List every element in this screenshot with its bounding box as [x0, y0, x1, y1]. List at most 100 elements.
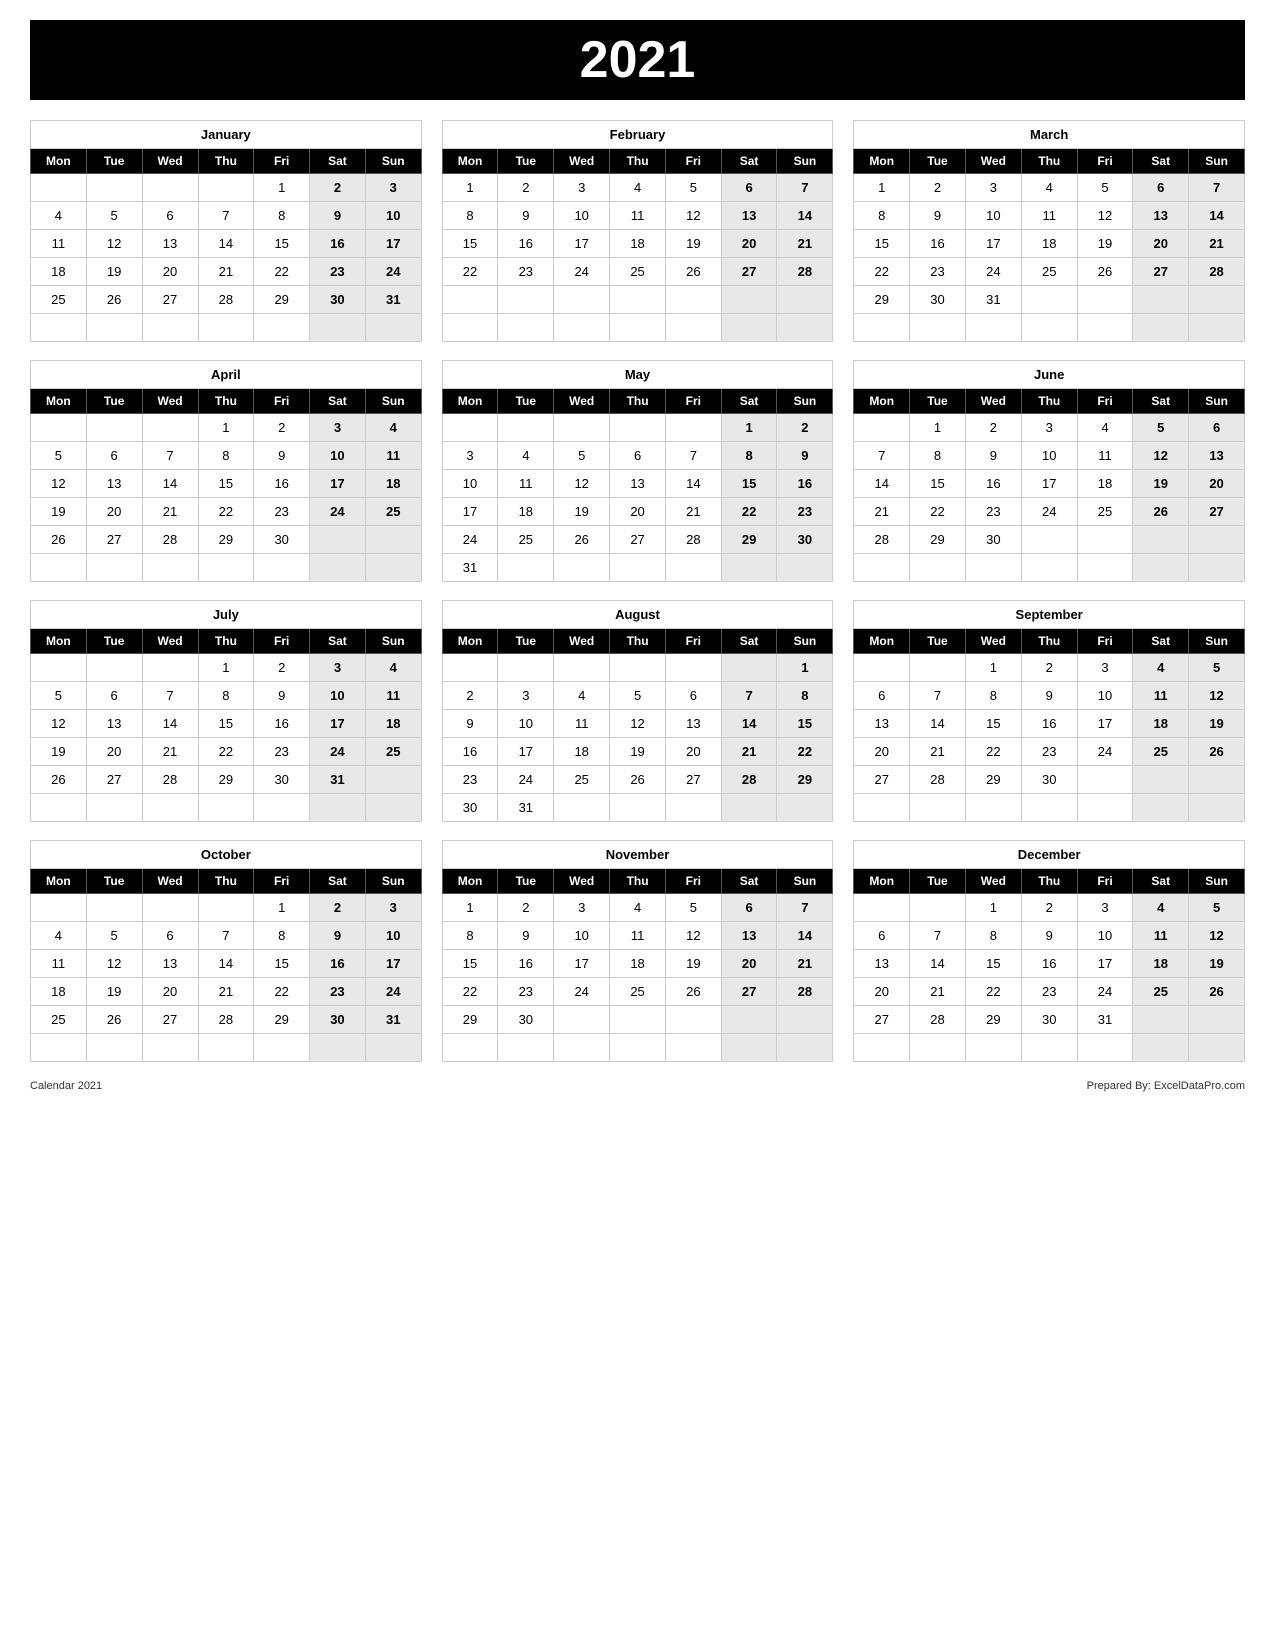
day-cell: 28 — [198, 286, 254, 314]
day-header-sun: Sun — [365, 629, 421, 654]
month-table-july: JulyMonTueWedThuFriSatSun123456789101112… — [30, 600, 422, 822]
week-row: 22232425262728 — [442, 258, 833, 286]
day-header-sat: Sat — [721, 149, 777, 174]
day-cell — [1133, 766, 1189, 794]
day-cell: 24 — [1077, 978, 1133, 1006]
day-cell: 22 — [910, 498, 966, 526]
week-row: 23242526272829 — [442, 766, 833, 794]
day-cell: 1 — [965, 894, 1021, 922]
day-cell — [310, 1034, 366, 1062]
day-cell: 19 — [86, 258, 142, 286]
day-cell — [1077, 766, 1133, 794]
day-cell: 7 — [777, 174, 833, 202]
day-cell: 2 — [498, 174, 554, 202]
day-header-thu: Thu — [610, 869, 666, 894]
day-cell — [910, 654, 966, 682]
day-cell: 14 — [910, 950, 966, 978]
day-cell: 1 — [254, 894, 310, 922]
week-row: 22232425262728 — [854, 258, 1245, 286]
day-cell — [86, 654, 142, 682]
day-cell: 11 — [31, 950, 87, 978]
week-row: 891011121314 — [442, 922, 833, 950]
day-cell — [665, 554, 721, 582]
day-cell: 16 — [310, 950, 366, 978]
day-cell: 18 — [554, 738, 610, 766]
footer-right: Prepared By: ExcelDataPro.com — [1087, 1080, 1245, 1092]
day-cell: 12 — [665, 202, 721, 230]
day-cell: 14 — [142, 710, 198, 738]
day-cell: 20 — [854, 738, 910, 766]
day-cell — [31, 1034, 87, 1062]
day-cell: 15 — [854, 230, 910, 258]
day-cell: 20 — [854, 978, 910, 1006]
day-cell: 10 — [310, 442, 366, 470]
day-cell: 15 — [442, 230, 498, 258]
day-cell: 25 — [498, 526, 554, 554]
day-header-sun: Sun — [777, 629, 833, 654]
week-row: 12 — [442, 414, 833, 442]
day-cell: 5 — [1189, 894, 1245, 922]
day-cell: 6 — [86, 442, 142, 470]
week-row: 2930 — [442, 1006, 833, 1034]
day-header-tue: Tue — [498, 149, 554, 174]
day-cell: 28 — [910, 1006, 966, 1034]
year-header: 2021 — [30, 20, 1245, 100]
day-cell: 1 — [254, 174, 310, 202]
month-title-july: July — [31, 601, 422, 629]
day-cell: 28 — [198, 1006, 254, 1034]
week-row: 15161718192021 — [854, 230, 1245, 258]
day-cell: 2 — [965, 414, 1021, 442]
day-cell — [777, 1034, 833, 1062]
day-cell — [554, 314, 610, 342]
day-cell — [1133, 794, 1189, 822]
day-cell: 2 — [254, 414, 310, 442]
day-header-tue: Tue — [86, 629, 142, 654]
week-row: 19202122232425 — [31, 498, 422, 526]
day-cell: 5 — [1077, 174, 1133, 202]
day-cell: 13 — [86, 470, 142, 498]
day-cell: 12 — [86, 950, 142, 978]
day-cell: 30 — [777, 526, 833, 554]
day-cell: 17 — [554, 950, 610, 978]
day-cell: 30 — [1021, 1006, 1077, 1034]
day-cell: 22 — [965, 738, 1021, 766]
day-cell — [1021, 526, 1077, 554]
day-cell: 20 — [610, 498, 666, 526]
month-title-september: September — [854, 601, 1245, 629]
day-header-mon: Mon — [31, 389, 87, 414]
week-row — [442, 1034, 833, 1062]
day-header-wed: Wed — [965, 869, 1021, 894]
day-cell — [721, 286, 777, 314]
day-cell: 31 — [365, 286, 421, 314]
day-cell: 14 — [142, 470, 198, 498]
month-table-march: MarchMonTueWedThuFriSatSun12345678910111… — [853, 120, 1245, 342]
day-cell: 31 — [1077, 1006, 1133, 1034]
day-cell: 18 — [1021, 230, 1077, 258]
day-cell: 23 — [442, 766, 498, 794]
day-header-mon: Mon — [854, 869, 910, 894]
day-cell: 9 — [254, 682, 310, 710]
day-cell: 29 — [254, 1006, 310, 1034]
day-cell — [142, 554, 198, 582]
day-cell: 22 — [198, 498, 254, 526]
day-cell: 16 — [310, 230, 366, 258]
day-cell — [142, 174, 198, 202]
week-row: 31 — [442, 554, 833, 582]
month-table-may: MayMonTueWedThuFriSatSun1234567891011121… — [442, 360, 834, 582]
day-cell: 21 — [1189, 230, 1245, 258]
day-cell: 27 — [721, 978, 777, 1006]
week-row: 1234567 — [442, 174, 833, 202]
day-cell — [142, 794, 198, 822]
day-cell: 9 — [310, 922, 366, 950]
week-row: 891011121314 — [442, 202, 833, 230]
day-cell: 22 — [254, 978, 310, 1006]
day-cell: 24 — [554, 258, 610, 286]
day-cell: 5 — [31, 682, 87, 710]
day-cell: 8 — [254, 922, 310, 950]
day-cell — [198, 174, 254, 202]
week-row: 12131415161718 — [31, 470, 422, 498]
day-cell: 21 — [198, 258, 254, 286]
day-cell: 4 — [1133, 654, 1189, 682]
day-cell — [498, 1034, 554, 1062]
day-cell — [665, 286, 721, 314]
